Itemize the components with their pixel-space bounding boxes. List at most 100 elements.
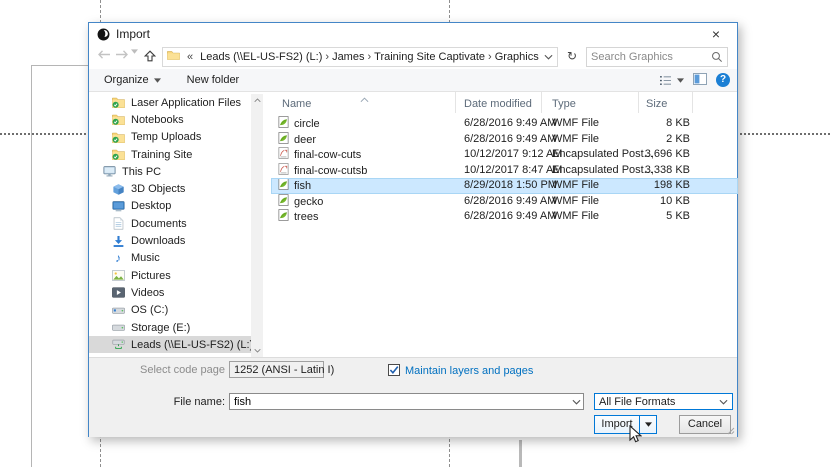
sidebar-item-videos[interactable]: Videos xyxy=(89,284,251,301)
sidebar-item-notebooks[interactable]: Notebooks xyxy=(89,111,251,128)
file-list-header: Name Date modified Type Size xyxy=(271,92,738,113)
chevron-down-icon[interactable] xyxy=(572,399,581,405)
type-cell: WMF File xyxy=(542,178,639,195)
date-modified-cell: 8/29/2018 1:50 PM xyxy=(456,178,542,195)
title-bar[interactable]: Import × xyxy=(89,23,737,45)
canvas-page-border-left xyxy=(31,65,32,467)
file-row-gecko[interactable]: gecko6/28/2016 9:49 AMWMF File10 KB xyxy=(271,194,738,210)
canvas-object-edge xyxy=(519,440,522,467)
sidebar-item-music[interactable]: ♪Music xyxy=(89,250,251,267)
3d-objects-icon xyxy=(111,182,125,196)
date-modified-cell: 6/28/2016 9:49 AM xyxy=(456,194,542,211)
file-name-label: File name: xyxy=(129,396,225,408)
folder-sync-icon xyxy=(111,113,125,127)
window-title: Import xyxy=(116,27,150,41)
address-breadcrumb-box[interactable]: « Leads (\\EL-US-FS2) (L:)›James›Trainin… xyxy=(162,47,558,67)
code-page-label: Select code page xyxy=(89,364,225,376)
sidebar-item-storage-e[interactable]: Storage (E:) xyxy=(89,319,251,336)
up-button[interactable] xyxy=(143,49,157,63)
type-cell: WMF File xyxy=(542,116,639,133)
code-page-select[interactable]: 1252 (ANSI - Latin I) xyxy=(229,361,324,378)
list-view-icon xyxy=(659,75,672,86)
size-cell: 5 KB xyxy=(639,209,693,226)
sidebar-item-this-pc[interactable]: This PC xyxy=(89,163,251,180)
sidebar-item-pictures[interactable]: Pictures xyxy=(89,267,251,284)
file-name-text: final-cow-cuts xyxy=(294,148,361,163)
column-header-type[interactable]: Type xyxy=(542,92,639,113)
this-pc-icon xyxy=(102,165,116,179)
folder-sync-icon xyxy=(111,130,125,144)
videos-icon xyxy=(111,286,125,300)
size-cell: 10 KB xyxy=(639,194,693,211)
file-row-trees[interactable]: trees6/28/2016 9:49 AMWMF File5 KB xyxy=(271,209,738,225)
sidebar-item-label: Temp Uploads xyxy=(131,131,201,143)
maintain-layers-checkbox[interactable] xyxy=(388,364,400,376)
size-cell: 198 KB xyxy=(639,178,693,195)
date-modified-cell: 6/28/2016 9:49 AM xyxy=(456,116,542,133)
view-options-button[interactable] xyxy=(659,75,684,86)
maintain-layers-label[interactable]: Maintain layers and pages xyxy=(405,365,533,377)
organize-button[interactable]: Organize xyxy=(104,74,161,86)
sidebar-item-os-c[interactable]: OS (C:) xyxy=(89,302,251,319)
sidebar-scrollbar[interactable] xyxy=(251,94,263,357)
file-row-fish[interactable]: fish8/29/2018 1:50 PMWMF File198 KB xyxy=(271,178,738,194)
new-folder-button[interactable]: New folder xyxy=(187,74,240,86)
breadcrumb-overflow-chevron[interactable]: « xyxy=(184,51,196,63)
eps-file-icon xyxy=(278,147,289,164)
sidebar-item-3d-objects[interactable]: 3D Objects xyxy=(89,180,251,197)
mouse-cursor xyxy=(629,425,642,444)
sidebar: Laser Application FilesNotebooks Temp Upl… xyxy=(89,94,251,357)
breadcrumb-segment-training-site-captivate[interactable]: Training Site Captivate xyxy=(374,51,485,63)
sidebar-item-laser-application-files[interactable]: Laser Application Files xyxy=(89,94,251,111)
downloads-icon xyxy=(111,234,125,248)
file-name-cell: fish xyxy=(271,178,456,195)
cancel-button[interactable]: Cancel xyxy=(679,415,731,434)
address-dropdown-icon[interactable] xyxy=(544,51,553,63)
breadcrumb-segment-leads-el-us-fs2-l[interactable]: Leads (\\EL-US-FS2) (L:) xyxy=(200,51,322,63)
search-input[interactable] xyxy=(591,51,711,63)
preview-pane-button[interactable] xyxy=(693,73,707,88)
back-button[interactable] xyxy=(97,49,111,60)
resize-grip-icon[interactable] xyxy=(727,427,735,435)
import-button[interactable]: Import xyxy=(594,415,657,434)
sidebar-item-label: Desktop xyxy=(131,200,171,212)
date-modified-cell: 10/12/2017 8:47 AM xyxy=(456,163,542,180)
breadcrumb-segment-james[interactable]: James xyxy=(332,51,364,63)
sidebar-item-leads-el-us-fs2-l[interactable]: Leads (\\EL-US-FS2) (L:) xyxy=(89,336,251,353)
help-button[interactable]: ? xyxy=(716,73,730,87)
toolbar: Organize New folder ? xyxy=(89,69,737,92)
sidebar-item-label: Training Site xyxy=(131,149,192,161)
file-list: Name Date modified Type Size circle6/28/… xyxy=(271,92,738,357)
close-button[interactable]: × xyxy=(703,26,729,42)
breadcrumb-segment-graphics[interactable]: Graphics xyxy=(495,51,539,63)
wmf-file-icon xyxy=(278,194,289,211)
wmf-file-icon xyxy=(278,132,289,149)
sidebar-item-label: Storage (E:) xyxy=(131,322,190,334)
file-row-final-cow-cutsb[interactable]: final-cow-cutsb10/12/2017 8:47 AMEncapsu… xyxy=(271,163,738,179)
breadcrumb-separator: › xyxy=(322,51,332,63)
search-box xyxy=(586,47,728,67)
file-format-select[interactable]: All File Formats xyxy=(594,393,733,410)
sidebar-item-temp-uploads[interactable]: Temp Uploads xyxy=(89,129,251,146)
sidebar-item-desktop[interactable]: Desktop xyxy=(89,198,251,215)
sidebar-item-label: Pictures xyxy=(131,270,171,282)
file-name-input[interactable] xyxy=(234,396,572,408)
file-row-circle[interactable]: circle6/28/2016 9:49 AMWMF File8 KB xyxy=(271,116,738,132)
sidebar-item-training-site[interactable]: Training Site xyxy=(89,146,251,163)
scroll-down-icon[interactable] xyxy=(251,345,263,357)
forward-button[interactable] xyxy=(115,49,129,60)
history-dropdown-icon[interactable] xyxy=(131,49,138,54)
sidebar-item-downloads[interactable]: Downloads xyxy=(89,232,251,249)
column-header-date-modified[interactable]: Date modified xyxy=(456,92,542,113)
scroll-up-icon[interactable] xyxy=(251,94,263,106)
network-drive-icon xyxy=(111,338,125,352)
column-header-size[interactable]: Size xyxy=(639,92,693,113)
sidebar-item-documents[interactable]: Documents xyxy=(89,215,251,232)
file-row-deer[interactable]: deer6/28/2016 9:49 AMWMF File2 KB xyxy=(271,132,738,148)
file-row-final-cow-cuts[interactable]: final-cow-cuts10/12/2017 9:12 AMEncapsul… xyxy=(271,147,738,163)
refresh-icon[interactable]: ↻ xyxy=(563,47,581,67)
type-cell: Encapsulated Post... xyxy=(542,163,639,180)
os-drive-icon xyxy=(111,303,125,317)
file-list-body: circle6/28/2016 9:49 AMWMF File8 KBdeer6… xyxy=(271,116,738,225)
wmf-file-icon xyxy=(278,178,289,195)
